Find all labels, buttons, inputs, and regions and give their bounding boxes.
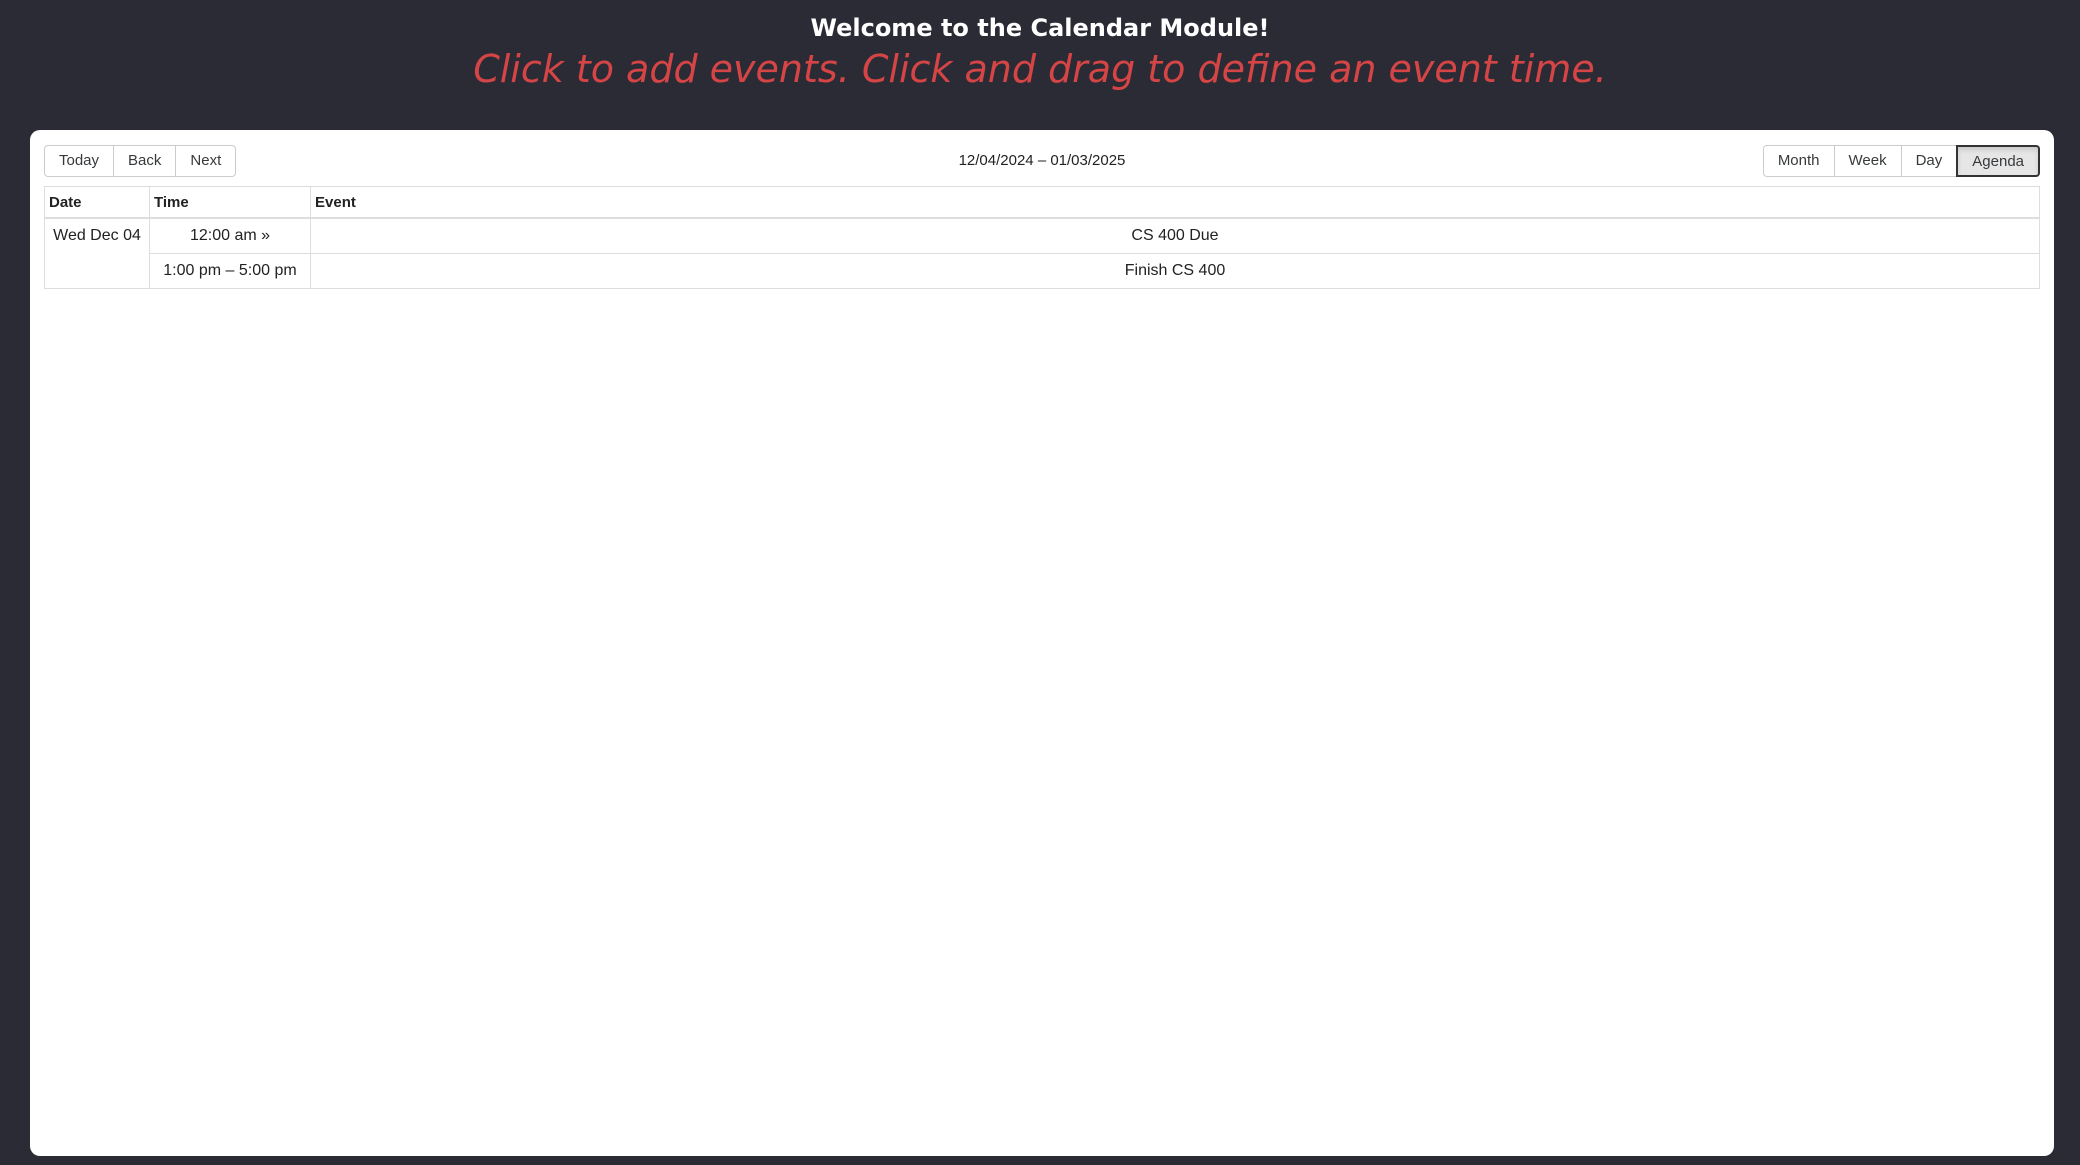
view-button-group: Month Week Day Agenda <box>1762 145 2040 177</box>
day-view-button[interactable]: Day <box>1900 145 1958 177</box>
navigation-button-group: Today Back Next <box>44 145 237 177</box>
today-button[interactable]: Today <box>44 145 115 177</box>
agenda-time-cell: 1:00 pm – 5:00 pm <box>149 253 311 288</box>
page-header: Welcome to the Calendar Module! Click to… <box>0 0 2080 130</box>
agenda-view-button[interactable]: Agenda <box>1956 145 2040 177</box>
agenda-row: Wed Dec 04 12:00 am » CS 400 Due <box>45 218 2039 288</box>
event-column-header: Event <box>310 187 2039 219</box>
date-range-label: 12/04/2024 – 01/03/2025 <box>958 152 1126 169</box>
welcome-title: Welcome to the Calendar Module! <box>810 14 1270 42</box>
date-column-header: Date <box>45 187 150 219</box>
month-view-button[interactable]: Month <box>1762 145 1835 177</box>
agenda-table: Date Time Event Wed Dec 04 12:00 am » CS… <box>45 187 2039 288</box>
calendar-toolbar: 12/04/2024 – 01/03/2025 Today Back Next … <box>44 145 2040 177</box>
agenda-time-cell: 12:00 am » <box>149 218 311 254</box>
week-view-button[interactable]: Week <box>1833 145 1902 177</box>
agenda-row: 1:00 pm – 5:00 pm Finish CS 400 <box>45 253 2039 288</box>
agenda-event-cell[interactable]: Finish CS 400 <box>310 253 2039 288</box>
agenda-header-row: Date Time Event <box>45 187 2039 219</box>
instructions-text: Click to add events. Click and drag to d… <box>473 47 1607 91</box>
agenda-event-cell[interactable]: CS 400 Due <box>310 218 2039 254</box>
agenda-view: Date Time Event Wed Dec 04 12:00 am » CS… <box>44 186 2040 289</box>
time-column-header: Time <box>149 187 311 219</box>
back-button[interactable]: Back <box>113 145 177 177</box>
agenda-date-cell: Wed Dec 04 <box>45 218 150 288</box>
next-button[interactable]: Next <box>175 145 237 177</box>
calendar-panel: 12/04/2024 – 01/03/2025 Today Back Next … <box>30 130 2054 1156</box>
